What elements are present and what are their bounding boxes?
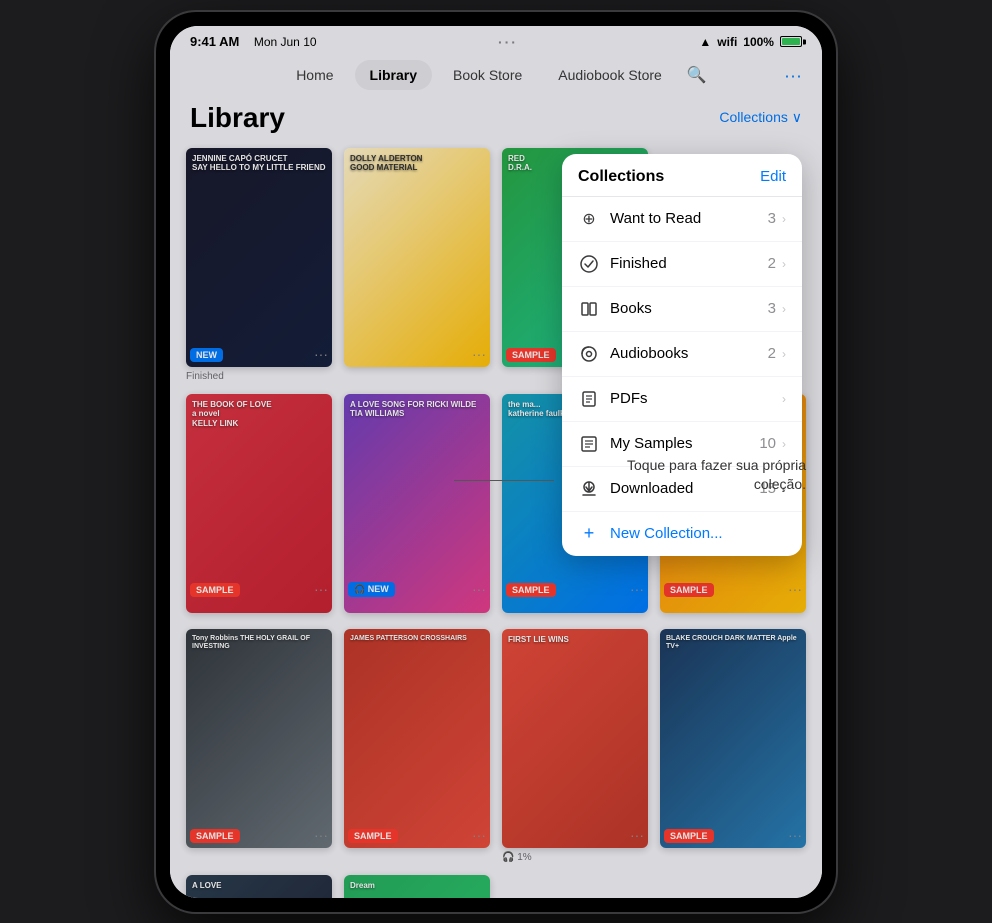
callout-line [454, 480, 554, 481]
ipad-frame: 9:41 AM Mon Jun 10 ··· ▲ wifi 100% Home … [156, 12, 836, 912]
collections-dropdown: Collections Edit ⊕ Want to Read 3 › Fini… [562, 154, 802, 556]
chevron-icon: › [782, 212, 786, 226]
add-icon: + [578, 523, 600, 545]
books-label: Books [610, 300, 768, 317]
dropdown-header: Collections Edit [562, 154, 802, 197]
edit-button[interactable]: Edit [760, 168, 786, 185]
collection-books[interactable]: Books 3 › [562, 287, 802, 332]
dropdown-title: Collections [578, 168, 664, 186]
want-to-read-count: 3 [768, 210, 776, 227]
downloaded-icon [578, 478, 600, 500]
want-to-read-icon: ⊕ [578, 208, 600, 230]
chevron-icon: › [782, 302, 786, 316]
want-to-read-label: Want to Read [610, 210, 768, 227]
collection-finished[interactable]: Finished 2 › [562, 242, 802, 287]
finished-icon [578, 253, 600, 275]
audiobooks-icon [578, 343, 600, 365]
audiobooks-label: Audiobooks [610, 345, 768, 362]
books-count: 3 [768, 300, 776, 317]
new-collection-label: New Collection... [610, 525, 723, 542]
pdfs-label: PDFs [610, 390, 776, 407]
my-samples-label: My Samples [610, 435, 759, 452]
ipad-screen: 9:41 AM Mon Jun 10 ··· ▲ wifi 100% Home … [170, 26, 822, 898]
pdfs-icon [578, 388, 600, 410]
finished-count: 2 [768, 255, 776, 272]
collection-pdfs[interactable]: PDFs › [562, 377, 802, 422]
my-samples-count: 10 [759, 435, 776, 452]
callout-text: Toque para fazer sua própria coleção. [616, 456, 806, 495]
chevron-icon: › [782, 347, 786, 361]
chevron-icon: › [782, 437, 786, 451]
chevron-icon: › [782, 257, 786, 271]
new-collection-button[interactable]: + New Collection... [562, 512, 802, 556]
finished-label: Finished [610, 255, 768, 272]
collection-audiobooks[interactable]: Audiobooks 2 › [562, 332, 802, 377]
collection-want-to-read[interactable]: ⊕ Want to Read 3 › [562, 197, 802, 242]
my-samples-icon [578, 433, 600, 455]
books-icon [578, 298, 600, 320]
audiobooks-count: 2 [768, 345, 776, 362]
chevron-icon: › [782, 392, 786, 406]
